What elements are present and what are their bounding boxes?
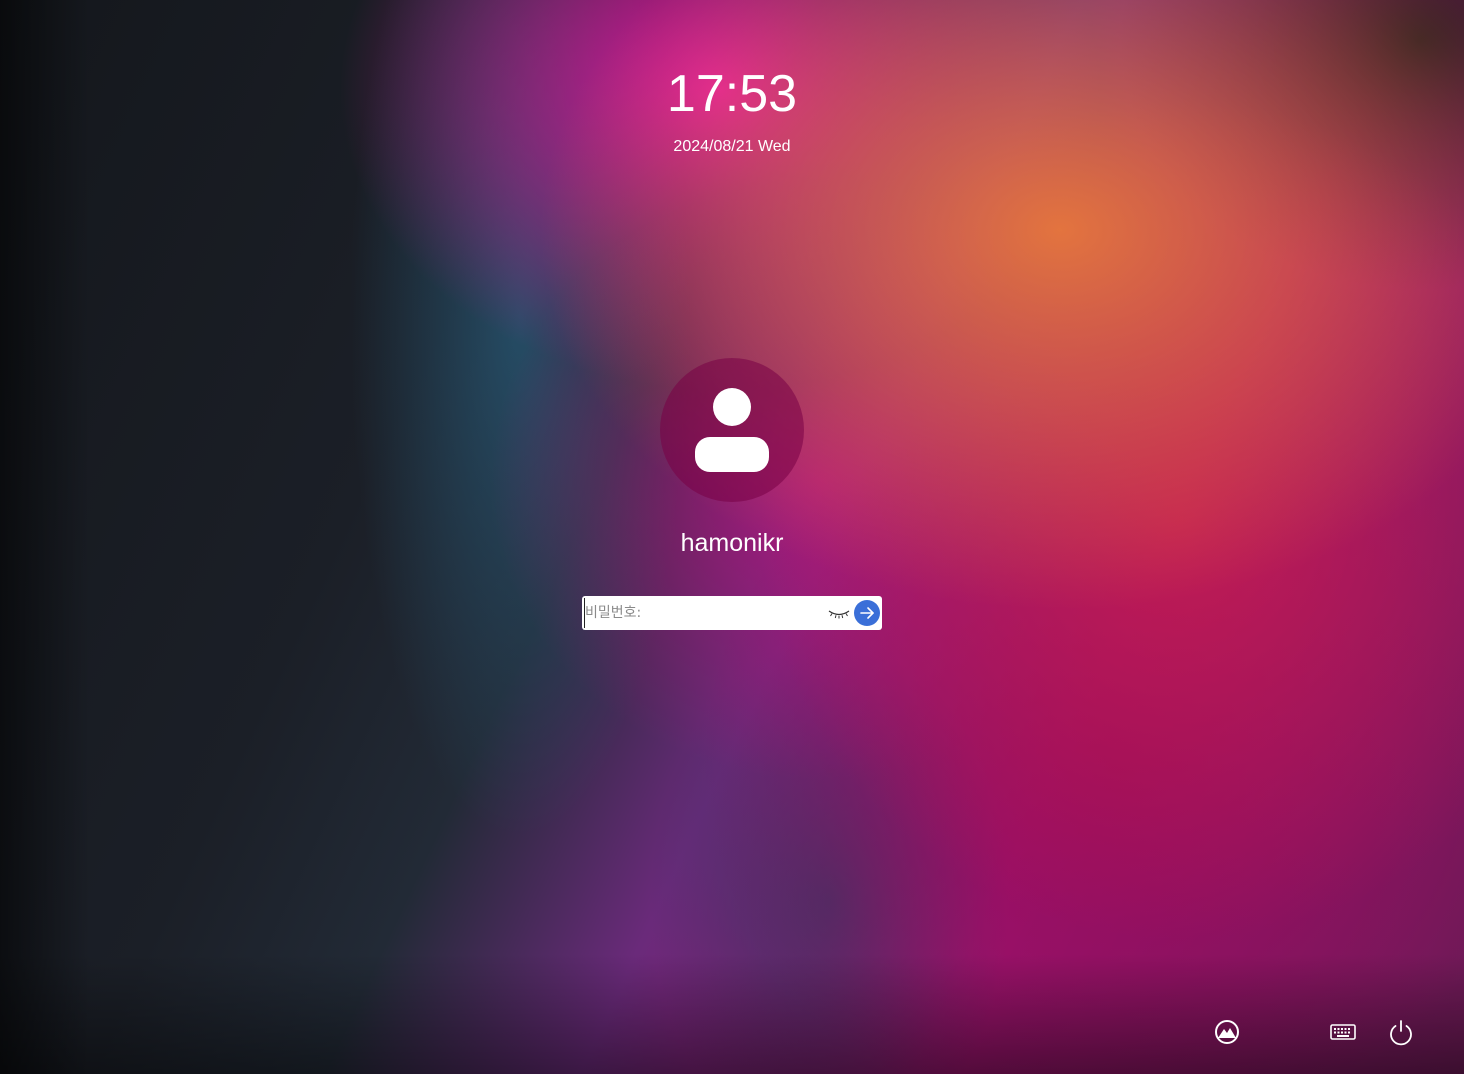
user-avatar[interactable]: [660, 358, 804, 502]
clock-date: 2024/08/21 Wed: [673, 138, 791, 155]
password-input[interactable]: [584, 598, 821, 628]
keyboard-icon: [1330, 1024, 1356, 1040]
eye-closed-icon[interactable]: [826, 603, 852, 623]
power-icon: [1390, 1020, 1412, 1046]
username-label: hamonikr: [680, 529, 784, 557]
keyboard-layout-button[interactable]: [1327, 1016, 1359, 1048]
clock-time: 17:53: [666, 65, 798, 123]
user-silhouette-icon: [695, 388, 769, 472]
arrow-right-icon: [860, 607, 874, 619]
login-submit-button[interactable]: [854, 600, 880, 626]
session-select-button[interactable]: [1211, 1016, 1243, 1048]
power-button[interactable]: [1385, 1016, 1417, 1048]
password-field-container: [582, 596, 882, 630]
session-mountain-icon: [1215, 1020, 1239, 1044]
